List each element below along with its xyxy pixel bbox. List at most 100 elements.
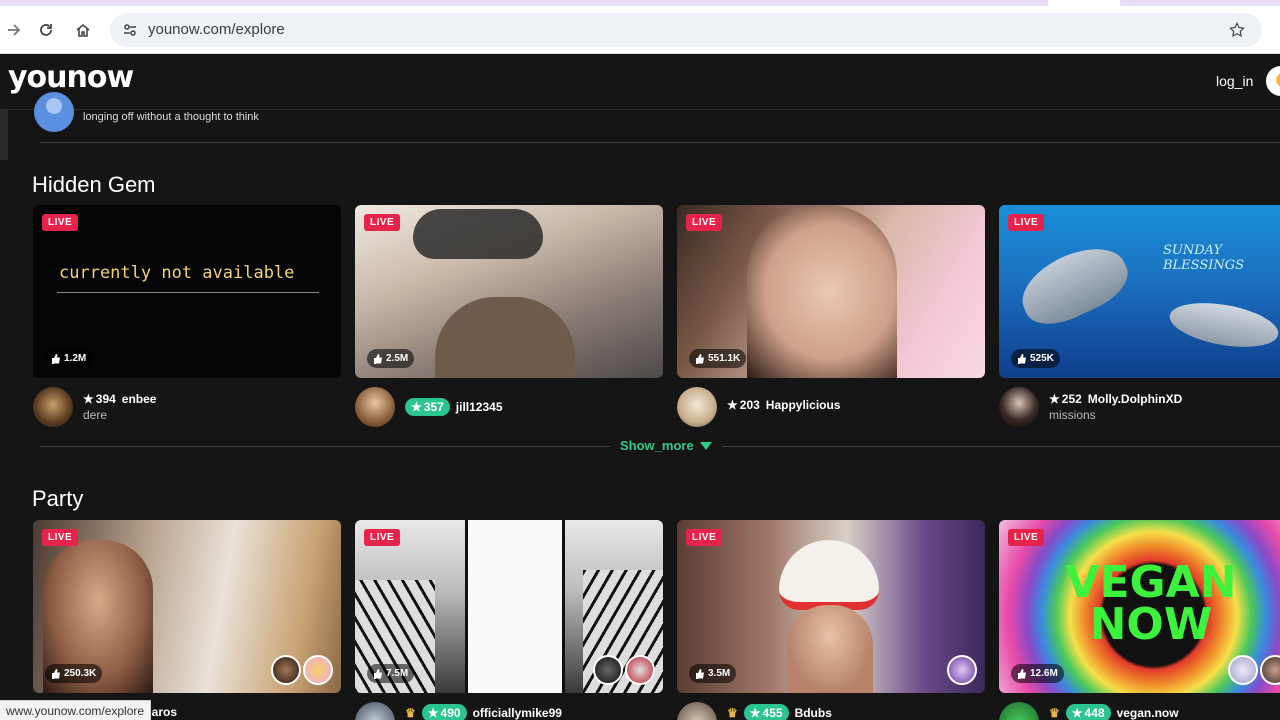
- live-badge: LIVE: [686, 529, 723, 546]
- guest-avatars: [947, 655, 977, 685]
- likes-badge: 12.6M: [1011, 664, 1064, 683]
- status-url: www.younow.com/explore: [0, 700, 152, 720]
- stream-card[interactable]: currently not available LIVE 1.2M: [33, 205, 341, 378]
- rank-badge: ★ 394: [83, 392, 116, 406]
- broadcaster-name[interactable]: Bdubs: [795, 706, 832, 720]
- likes-count: 2.5M: [386, 353, 409, 364]
- guest-avatar[interactable]: [1228, 655, 1258, 685]
- guest-avatar[interactable]: [593, 655, 623, 685]
- caret-down-icon: [699, 441, 712, 450]
- broadcaster-name[interactable]: vegan.now: [1117, 706, 1179, 720]
- name-line: ♛ ★ 448 vegan.now: [1049, 704, 1179, 720]
- broadcaster-avatar[interactable]: [355, 702, 395, 720]
- forward-icon[interactable]: [0, 16, 28, 44]
- stream-card[interactable]: LIVE 551.1K: [677, 205, 985, 378]
- broadcaster-name[interactable]: Happylicious: [766, 398, 841, 412]
- thumb-line: [57, 292, 319, 293]
- thumb-sunglasses: [413, 209, 543, 259]
- live-badge: LIVE: [42, 529, 79, 546]
- rank-badge: ★ 455: [743, 704, 789, 720]
- guest-avatar[interactable]: [271, 655, 301, 685]
- live-badge: LIVE: [364, 214, 401, 231]
- stream-card[interactable]: SUNDAY BLESSINGS LIVE 525K: [999, 205, 1280, 378]
- stream-meta: ★ 252 Molly.DolphinXD missions: [999, 385, 1280, 429]
- broadcaster-name[interactable]: enbee: [122, 392, 157, 406]
- thumb-face: [747, 205, 897, 378]
- younow-logo[interactable]: younow: [8, 60, 134, 95]
- broadcast-tag: missions: [1049, 408, 1096, 422]
- likes-count: 12.6M: [1030, 668, 1058, 679]
- guest-avatar[interactable]: [303, 655, 333, 685]
- url-text[interactable]: younow.com/explore: [148, 21, 285, 38]
- avatar[interactable]: [34, 92, 74, 132]
- name-line: ★ 357 jill12345: [405, 398, 503, 416]
- broadcaster-name[interactable]: Molly.DolphinXD: [1088, 392, 1182, 406]
- likes-count: 250.3K: [64, 668, 97, 679]
- thumbs-up-icon: [696, 668, 704, 679]
- site-header: younow log_in: [0, 54, 1280, 110]
- likes-count: 3.5M: [708, 668, 731, 679]
- rank-badge: ★ 252: [1049, 392, 1082, 406]
- thumbs-up-icon: [1018, 353, 1026, 364]
- stream-card[interactable]: LIVE 7.5M: [355, 520, 663, 693]
- crown-icon: ♛: [727, 706, 738, 720]
- show-more-button[interactable]: Show_more: [610, 438, 722, 453]
- address-bar[interactable]: younow.com/explore: [110, 13, 1262, 47]
- guest-avatars: [271, 655, 333, 685]
- rank-value: 252: [1061, 392, 1082, 406]
- broadcast-tag: dere: [83, 408, 108, 422]
- broadcaster-avatar[interactable]: [999, 702, 1039, 720]
- section-title-hidden-gem: Hidden Gem: [32, 172, 156, 197]
- rank-badge: ★ 203: [727, 398, 760, 412]
- reload-icon[interactable]: [32, 16, 60, 44]
- stream-meta: ★ 394 enbee dere: [33, 385, 341, 429]
- guest-avatar[interactable]: [947, 655, 977, 685]
- broadcaster-name[interactable]: officiallymike99: [473, 706, 562, 720]
- rank-value: 203: [739, 398, 760, 412]
- stream-card[interactable]: LIVE 3.5M: [677, 520, 985, 693]
- guest-avatar[interactable]: [1260, 655, 1280, 685]
- bookmark-star-icon[interactable]: [1226, 19, 1248, 41]
- broadcaster-avatar[interactable]: [355, 387, 395, 427]
- broadcaster-avatar[interactable]: [33, 387, 73, 427]
- thumb-face: [787, 605, 873, 693]
- show-more-label: Show_more: [620, 438, 694, 453]
- likes-badge: 2.5M: [367, 349, 415, 368]
- likes-badge: 525K: [1011, 349, 1060, 368]
- stream-card[interactable]: LIVE 250.3K: [33, 520, 341, 693]
- broadcaster-avatar[interactable]: [999, 387, 1039, 427]
- stream-meta: ♛ ★ 490 officiallymike99: [355, 700, 663, 720]
- thumbs-up-icon: [374, 668, 382, 679]
- rank-badge: ★ 357: [405, 398, 450, 416]
- broadcaster-name[interactable]: jill12345: [456, 400, 503, 414]
- guest-avatar[interactable]: [625, 655, 655, 685]
- thumb-text: SUNDAY BLESSINGS: [1163, 243, 1245, 273]
- login-link[interactable]: log_in: [1216, 73, 1253, 89]
- rank-value: 357: [423, 400, 444, 414]
- likes-count: 525K: [1030, 353, 1054, 364]
- live-badge: LIVE: [42, 214, 79, 231]
- likes-count: 1.2M: [64, 353, 87, 364]
- scrollbar[interactable]: [0, 110, 8, 160]
- name-line: ★ 203 Happylicious: [727, 398, 840, 412]
- thumb-dog: [435, 297, 575, 378]
- thumb-text-line: VEGAN: [1065, 557, 1237, 608]
- thumb-dolphin: [1166, 295, 1280, 355]
- live-badge: LIVE: [1008, 214, 1045, 231]
- stream-card[interactable]: LIVE 2.5M: [355, 205, 663, 378]
- thumb-text: VEGAN NOW: [1061, 557, 1241, 647]
- thumb-dolphin: [1011, 234, 1137, 336]
- thumbs-up-icon: [374, 353, 382, 364]
- name-line: ★ 394 enbee: [83, 392, 156, 406]
- likes-count: 551.1K: [708, 353, 741, 364]
- site-settings-icon[interactable]: [118, 18, 142, 42]
- home-icon[interactable]: [69, 16, 97, 44]
- crown-icon: ♛: [1049, 706, 1060, 720]
- user-avatar[interactable]: [1266, 66, 1280, 96]
- stream-meta: ★ 357 jill12345: [355, 385, 663, 429]
- browser-toolbar: younow.com/explore: [0, 6, 1280, 54]
- broadcaster-avatar[interactable]: [677, 702, 717, 720]
- broadcaster-avatar[interactable]: [677, 387, 717, 427]
- thumbs-up-icon: [696, 353, 704, 364]
- stream-card[interactable]: VEGAN NOW LIVE 12.6M: [999, 520, 1280, 693]
